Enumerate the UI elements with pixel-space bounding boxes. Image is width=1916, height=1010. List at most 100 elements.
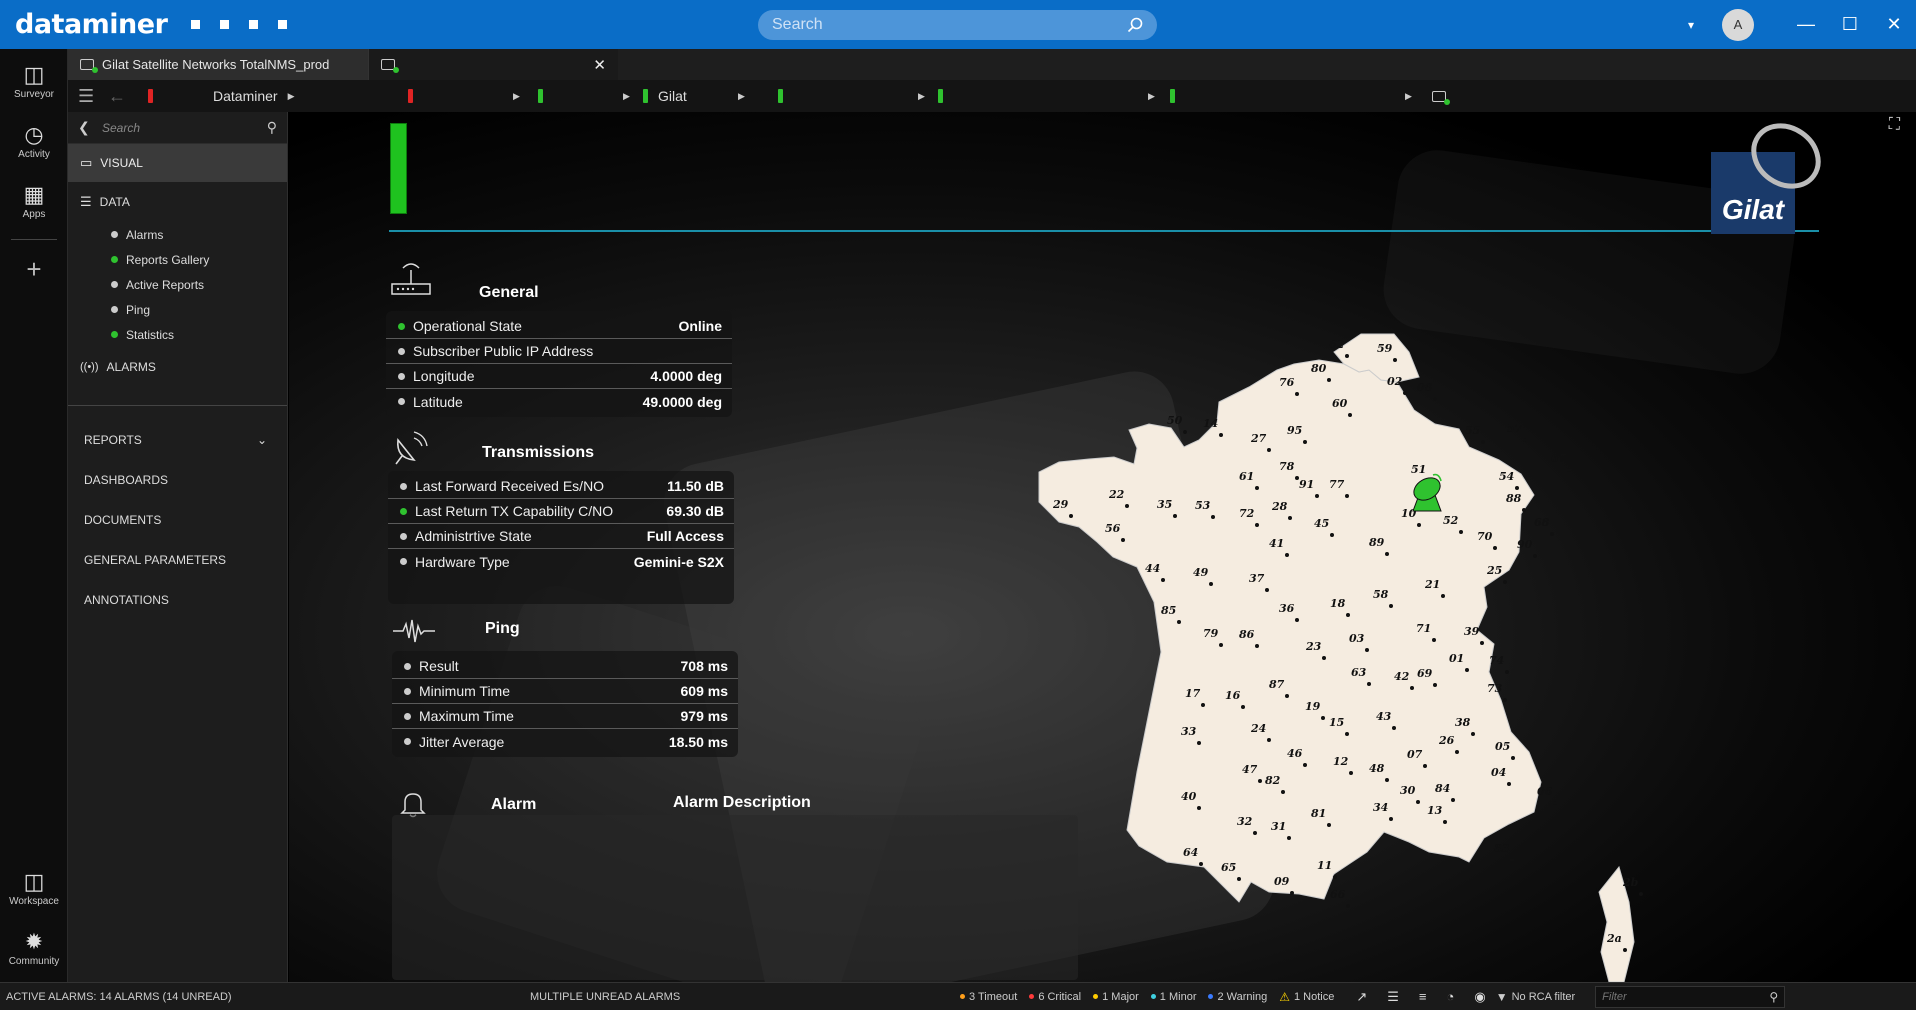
crumb-item[interactable]: ▶ — [538, 80, 643, 112]
minimize-icon[interactable]: — — [1784, 0, 1828, 49]
crumb-item[interactable]: ▶ — [938, 80, 1170, 112]
count-major[interactable]: 1 Major — [1093, 991, 1139, 1003]
nav-sub-ping[interactable]: Ping — [68, 297, 287, 322]
nav-documents[interactable]: DOCUMENTS — [68, 500, 287, 540]
row-admin-state: Administrtive State Full Access — [388, 524, 734, 549]
chevron-left-icon[interactable]: ❮ — [78, 119, 102, 136]
multiple-unread[interactable]: MULTIPLE UNREAD ALARMS — [530, 991, 960, 1003]
list-icon[interactable]: ☰ — [1387, 989, 1399, 1005]
nav-sub-statistics[interactable]: Statistics — [68, 322, 287, 347]
department-label: 54 — [1499, 470, 1514, 483]
department-label: 25 — [1486, 564, 1502, 577]
maximize-icon[interactable]: ☐ — [1828, 0, 1872, 49]
prefecture-dot — [1333, 875, 1337, 879]
focus-icon[interactable]: ◉ — [1474, 989, 1485, 1005]
nav-alarms[interactable]: ((•)) ALARMS — [68, 347, 287, 387]
prefecture-dot — [1505, 670, 1509, 674]
crumb-item[interactable]: ▶ — [408, 80, 538, 112]
search-icon[interactable]: ⚲ — [1769, 990, 1778, 1004]
alarm-list[interactable] — [392, 815, 1078, 980]
crumb-item[interactable] — [148, 80, 188, 112]
rail-add[interactable]: + — [0, 248, 68, 292]
prefecture-dot — [1493, 546, 1497, 550]
nav-data[interactable]: ☰ DATA — [68, 182, 287, 222]
count-timeout[interactable]: 3 Timeout — [960, 991, 1017, 1003]
nav-sub-alarms[interactable]: Alarms — [68, 222, 287, 247]
rail-community[interactable]: ✹ Community — [0, 918, 68, 978]
department-label: 04 — [1491, 766, 1506, 779]
active-alarms-summary[interactable]: ACTIVE ALARMS: 14 ALARMS (14 UNREAD) — [6, 991, 530, 1003]
pie-icon[interactable]: ◔ — [1447, 989, 1455, 1004]
count-notice[interactable]: ⚠ 1 Notice — [1279, 990, 1334, 1004]
prefecture-dot — [1471, 732, 1475, 736]
bell-icon — [400, 793, 426, 818]
department-label: 34 — [1373, 801, 1388, 814]
side-search-input[interactable] — [102, 120, 267, 135]
prefecture-dot — [1553, 801, 1557, 805]
search-input[interactable] — [772, 16, 1127, 34]
rail-surveyor[interactable]: ◫ Surveyor — [0, 51, 68, 111]
crumb-item[interactable]: Gilat ▶ — [643, 80, 778, 112]
global-search[interactable] — [758, 10, 1157, 40]
prefecture-dot — [1346, 904, 1350, 908]
nav-visual[interactable]: ▭ VISUAL — [68, 144, 287, 182]
status-dot — [111, 256, 118, 263]
row-hardware-type: Hardware Type Gemini-e S2X — [388, 549, 734, 574]
element-icon — [381, 59, 399, 73]
count-critical[interactable]: 6 Critical — [1029, 991, 1081, 1003]
alarm-filter[interactable]: ⚲ — [1595, 985, 1786, 1008]
rail-workspace[interactable]: ◫ Workspace — [0, 858, 68, 918]
france-map[interactable]: 62 59 80 02 08 76 60 50 14 27 95 55 57 67 61 78 91 77 51 54… — [989, 252, 1689, 982]
avatar[interactable]: A — [1722, 8, 1754, 41]
count-warning[interactable]: 2 Warning — [1208, 991, 1267, 1003]
crumb-item[interactable]: ▶ — [1170, 80, 1426, 112]
close-tab-icon[interactable]: ✕ — [593, 56, 606, 74]
prefecture-dot — [1623, 948, 1627, 952]
department-label: 82 — [1265, 774, 1281, 787]
filter-input[interactable] — [1602, 990, 1753, 1003]
department-label: 12 — [1333, 755, 1349, 768]
department-label: 78 — [1279, 460, 1295, 473]
crumb-label: Dataminer — [213, 88, 278, 104]
prefecture-dot — [1481, 440, 1485, 444]
hamburger-icon[interactable]: ☰ — [78, 86, 108, 107]
nav-general-parameters[interactable]: GENERAL PARAMETERS — [68, 540, 287, 580]
prefecture-dot — [1315, 494, 1319, 498]
count-minor[interactable]: 1 Minor — [1150, 991, 1196, 1003]
row-latitude: Latitude 49.0000 deg — [386, 389, 732, 414]
fullscreen-icon[interactable]: ⛶ — [1889, 116, 1900, 134]
nav-sub-reports-gallery[interactable]: Reports Gallery — [68, 247, 287, 272]
rail-label: Surveyor — [13, 88, 54, 100]
status-dot — [398, 347, 405, 355]
status-dot — [400, 532, 407, 540]
crumb-current[interactable] — [1426, 80, 1450, 112]
chart-icon[interactable]: ↗ — [1356, 989, 1367, 1005]
sort-icon[interactable]: ≡ — [1419, 989, 1427, 1004]
rail-apps[interactable]: ▦ Apps — [0, 171, 68, 231]
department-label: 24 — [1250, 722, 1266, 735]
back-arrow-icon[interactable]: ← — [108, 86, 148, 107]
nav-sub-active-reports[interactable]: Active Reports — [68, 272, 287, 297]
prefecture-dot — [1389, 604, 1393, 608]
search-icon[interactable]: ⚲ — [267, 119, 277, 136]
chevron-down-icon[interactable]: ⌄ — [257, 433, 267, 447]
department-label: 33 — [1181, 725, 1197, 738]
rail-activity[interactable]: ◷ Activity — [0, 111, 68, 171]
search-icon[interactable] — [1127, 17, 1143, 33]
prefecture-dot — [1507, 782, 1511, 786]
row-operational-state: Operational State Online — [386, 314, 732, 339]
chevron-down-icon[interactable]: ▾ — [1688, 18, 1694, 32]
nav-annotations[interactable]: ANNOTATIONS — [68, 580, 287, 620]
rca-filter[interactable]: ▼ No RCA filter — [1496, 990, 1575, 1004]
close-icon[interactable]: ✕ — [1872, 0, 1916, 49]
nav-dashboards[interactable]: DASHBOARDS — [68, 460, 287, 500]
prefecture-dot — [1417, 523, 1421, 527]
nav-reports[interactable]: REPORTS ⌄ — [68, 420, 287, 460]
tab-second[interactable]: ✕ — [368, 49, 618, 80]
crumb-item[interactable]: Dataminer ▶ — [213, 80, 408, 112]
nav-label: DATA — [99, 195, 130, 209]
tab-gilat[interactable]: Gilat Satellite Networks TotalNMS_prod — [68, 49, 368, 80]
chevron-right-icon: ▶ — [1148, 90, 1155, 101]
nav-sub-label: Reports Gallery — [126, 252, 210, 267]
crumb-item[interactable]: ▶ — [778, 80, 938, 112]
